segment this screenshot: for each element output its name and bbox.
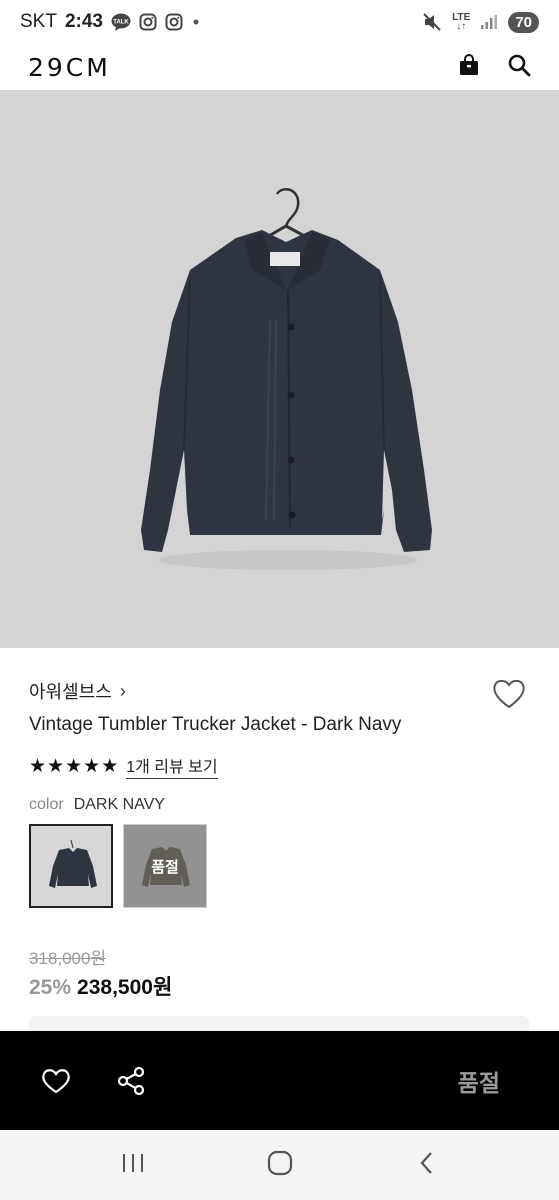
brand-link[interactable]: 아워셀브스 › xyxy=(29,678,126,704)
instagram-icon xyxy=(139,13,157,31)
battery-indicator: 70 xyxy=(508,11,539,33)
price-row: 25% 238,500원 xyxy=(29,971,172,1001)
sale-price: 238,500원 xyxy=(77,976,173,999)
star-icon: ★ xyxy=(47,755,65,777)
star-icon: ★ xyxy=(101,755,119,777)
search-icon[interactable] xyxy=(507,53,531,82)
signal-icon xyxy=(480,14,498,30)
color-swatches: 품절 xyxy=(29,824,207,908)
shopping-bag-icon[interactable] xyxy=(457,53,481,82)
brand-name: 아워셀브스 xyxy=(29,682,112,702)
instagram-icon xyxy=(165,13,183,31)
status-bar: SKT 2:43 TALK LTE ↓↑ 70 xyxy=(0,0,559,44)
soldout-overlay: 품절 xyxy=(124,825,206,907)
star-icon: ★ xyxy=(65,755,83,777)
chevron-right-icon: › xyxy=(119,680,126,701)
product-image[interactable] xyxy=(0,90,559,648)
review-link[interactable]: 1개 리뷰 보기 xyxy=(126,753,218,779)
soldout-label: 품절 xyxy=(151,858,179,876)
star-icon: ★ xyxy=(29,755,47,777)
rating-row: ★ ★ ★ ★ ★ 1개 리뷰 보기 xyxy=(29,753,218,779)
carrier-label: SKT xyxy=(20,11,57,32)
back-icon[interactable] xyxy=(415,1150,439,1181)
share-icon[interactable] xyxy=(115,1065,147,1097)
svg-text:TALK: TALK xyxy=(113,20,129,26)
color-value: DARK NAVY xyxy=(73,796,165,813)
talk-icon: TALK xyxy=(111,13,131,31)
star-rating: ★ ★ ★ ★ ★ xyxy=(29,757,118,776)
mute-icon xyxy=(422,12,442,32)
bottom-action-bar: 품절 xyxy=(0,1031,559,1130)
soldout-button[interactable]: 품절 xyxy=(458,1064,500,1098)
original-price: 318,000원 xyxy=(29,949,107,968)
home-icon[interactable] xyxy=(266,1149,294,1182)
discount-rate: 25% xyxy=(29,976,72,999)
app-header: 29CM xyxy=(0,44,559,90)
recent-apps-icon[interactable] xyxy=(120,1151,146,1180)
star-icon: ★ xyxy=(83,755,101,777)
swatch-khaki[interactable]: 품절 xyxy=(123,824,207,908)
swatch-dark-navy[interactable] xyxy=(29,824,113,908)
heart-icon[interactable] xyxy=(40,1065,72,1097)
system-nav-bar xyxy=(0,1130,559,1200)
network-label: LTE ↓↑ xyxy=(452,12,471,32)
brand-logo[interactable]: 29CM xyxy=(28,53,111,82)
color-selector-label: color DARK NAVY xyxy=(29,796,165,814)
clock: 2:43 xyxy=(64,11,103,32)
dot-icon xyxy=(191,17,201,27)
product-title: Vintage Tumbler Trucker Jacket - Dark Na… xyxy=(29,714,402,735)
color-label: color xyxy=(29,796,64,813)
wishlist-heart-icon[interactable] xyxy=(490,675,528,713)
